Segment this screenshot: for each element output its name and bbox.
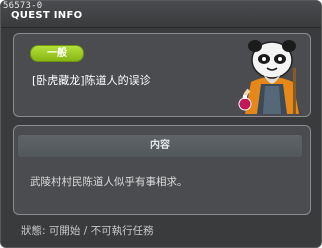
quest-content-panel: 内容 武陵村村民陈道人似乎有事相求。 <box>13 125 311 215</box>
content-text: 武陵村村民陈道人似乎有事相求。 <box>30 176 188 188</box>
quest-summary-panel: 一般 [卧虎藏龙]陈道人的误诊 <box>13 33 311 117</box>
quest-status-text: 狀態: 可開始 / 不可執行任務 <box>21 225 154 237</box>
quest-name: [卧虎藏龙]陈道人的误诊 <box>32 74 151 87</box>
content-header: 内容 <box>18 135 302 157</box>
window-title: QUEST INFO <box>11 10 83 21</box>
panda-mask-npc-icon <box>238 40 299 114</box>
quest-category-badge: 一般 <box>30 45 84 62</box>
quest-info-window: 56573-0 QUEST INFO 一般 [卧虎藏龙]陈道人的误诊 内容 武陵… <box>0 0 322 248</box>
